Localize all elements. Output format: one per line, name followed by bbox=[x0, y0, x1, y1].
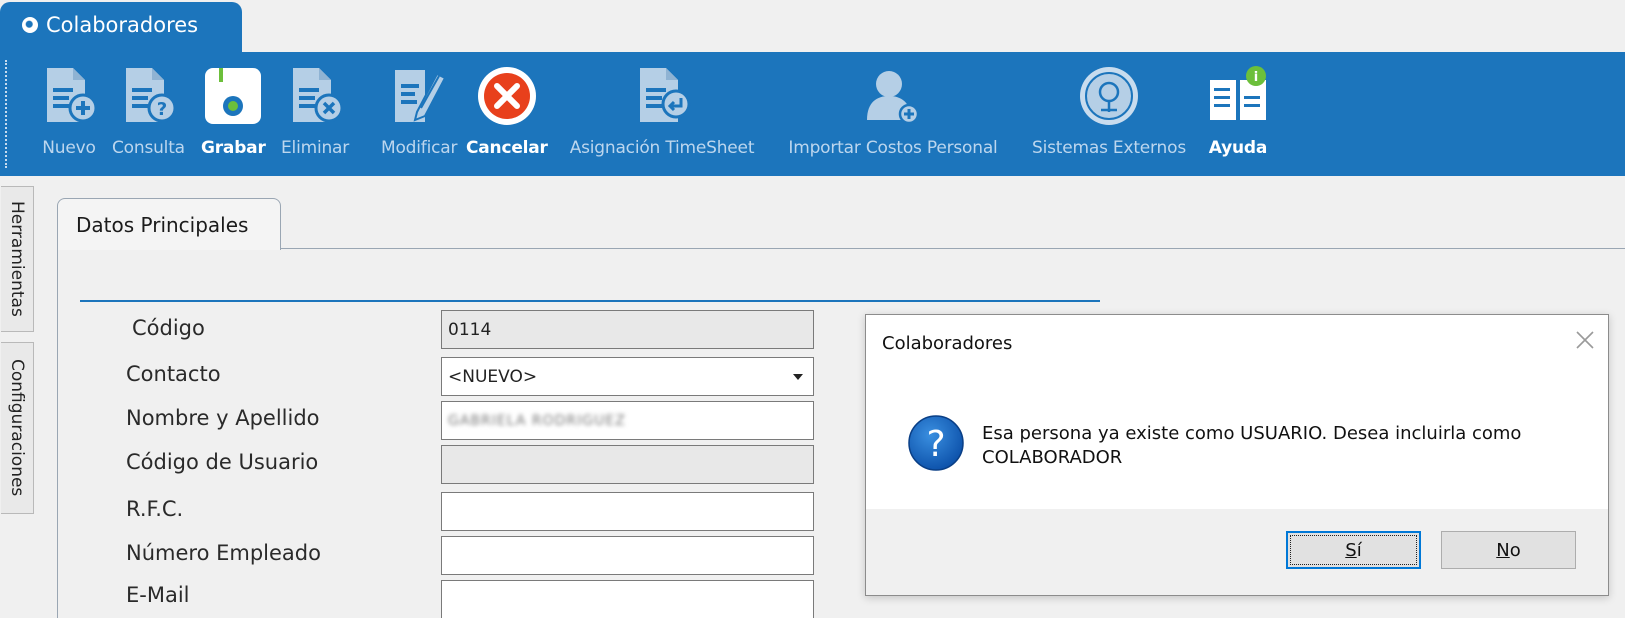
tab-datos-principales[interactable]: Datos Principales bbox=[57, 198, 281, 250]
cancel-button[interactable]: Cancelar bbox=[466, 64, 548, 168]
toolbar-grip[interactable] bbox=[5, 60, 7, 168]
cancel-button-label: Cancelar bbox=[466, 138, 548, 158]
dialog-message: Esa persona ya existe como USUARIO. Dese… bbox=[982, 423, 1522, 468]
contacto-value: <NUEVO> bbox=[448, 366, 538, 387]
svg-text:?: ? bbox=[157, 99, 167, 120]
window-tab-strip: Colaboradores bbox=[0, 0, 1625, 54]
save-button[interactable]: Grabar bbox=[201, 64, 266, 168]
query-button-label: Consulta bbox=[112, 138, 185, 158]
doc-edit-icon bbox=[395, 70, 447, 122]
external-systems-button[interactable]: Sistemas Externos bbox=[1023, 64, 1195, 168]
help-button[interactable]: i Ayuda bbox=[1206, 64, 1270, 168]
yes-button-hotkey: S bbox=[1345, 539, 1357, 561]
email-label: E-Mail bbox=[126, 583, 190, 607]
rfc-label: R.F.C. bbox=[126, 497, 184, 521]
tab-baseline bbox=[280, 248, 1625, 249]
import-costs-button-label: Importar Costos Personal bbox=[788, 138, 998, 158]
external-systems-icon bbox=[1080, 67, 1138, 125]
nombre-value: GABRIELA RODRIGUEZ bbox=[448, 412, 626, 429]
rfc-field[interactable] bbox=[441, 492, 814, 531]
codigo-field[interactable]: 0114 bbox=[441, 310, 814, 349]
chevron-down-icon[interactable] bbox=[793, 374, 803, 380]
numero-empleado-field[interactable] bbox=[441, 536, 814, 575]
codigo-usuario-field[interactable] bbox=[441, 445, 814, 484]
edit-button[interactable]: Modificar bbox=[381, 64, 457, 168]
codigo-label: Código bbox=[132, 316, 205, 340]
doc-add-icon bbox=[47, 68, 98, 123]
close-icon[interactable] bbox=[1572, 327, 1598, 353]
contacto-select[interactable]: <NUEVO> bbox=[441, 357, 814, 396]
doc-delete-icon bbox=[293, 68, 344, 123]
nombre-label: Nombre y Apellido bbox=[126, 406, 320, 430]
new-button[interactable]: Nuevo bbox=[37, 64, 101, 168]
query-button[interactable]: ? Consulta bbox=[112, 64, 185, 168]
help-book-icon: i bbox=[1210, 66, 1266, 120]
cancel-icon bbox=[477, 67, 536, 125]
svg-text:?: ? bbox=[926, 424, 945, 465]
timesheet-assign-button-label: Asignación TimeSheet bbox=[569, 138, 755, 158]
no-button-label-rest: o bbox=[1509, 539, 1521, 561]
question-icon: ? bbox=[908, 415, 964, 471]
save-button-label: Grabar bbox=[201, 138, 266, 158]
window-tab-title: Colaboradores bbox=[46, 13, 199, 37]
side-tab-configuraciones-label: Configuraciones bbox=[7, 359, 27, 497]
page-left-border bbox=[57, 249, 58, 618]
yes-button[interactable]: Sí bbox=[1286, 531, 1421, 569]
contacto-label: Contacto bbox=[126, 362, 221, 386]
edit-button-label: Modificar bbox=[381, 138, 458, 158]
window-tab[interactable]: Colaboradores bbox=[0, 2, 242, 54]
side-tab-configuraciones[interactable]: Configuraciones bbox=[1, 342, 34, 514]
codigo-value: 0114 bbox=[448, 319, 492, 340]
nombre-field[interactable]: GABRIELA RODRIGUEZ bbox=[441, 401, 814, 440]
new-button-label: Nuevo bbox=[42, 138, 96, 158]
no-button[interactable]: No bbox=[1441, 531, 1576, 569]
app-icon bbox=[22, 17, 38, 33]
confirm-dialog: Colaboradores ? Esa persona ya existe co… bbox=[865, 314, 1609, 596]
user-add-icon bbox=[867, 71, 920, 125]
codigo-usuario-label: Código de Usuario bbox=[126, 450, 319, 474]
section-divider bbox=[80, 300, 1100, 302]
dialog-title: Colaboradores bbox=[882, 333, 1013, 354]
side-tab-herramientas-label: Herramientas bbox=[7, 201, 27, 317]
email-field[interactable] bbox=[441, 580, 814, 618]
external-systems-button-label: Sistemas Externos bbox=[1032, 138, 1186, 158]
doc-assign-icon bbox=[640, 68, 691, 122]
side-tab-herramientas[interactable]: Herramientas bbox=[1, 186, 34, 332]
toolbar: Nuevo ? Consulta Grabar Eliminar Modific… bbox=[0, 52, 1625, 176]
timesheet-assign-button[interactable]: Asignación TimeSheet bbox=[562, 64, 762, 168]
tab-datos-principales-label: Datos Principales bbox=[76, 213, 249, 237]
yes-button-label-rest: í bbox=[1356, 539, 1362, 561]
import-costs-button[interactable]: Importar Costos Personal bbox=[775, 64, 1011, 168]
no-button-hotkey: N bbox=[1496, 539, 1510, 561]
delete-button[interactable]: Eliminar bbox=[281, 64, 349, 168]
help-button-label: Ayuda bbox=[1208, 138, 1268, 158]
save-icon bbox=[205, 68, 262, 124]
numero-empleado-label: Número Empleado bbox=[126, 541, 321, 565]
dialog-footer: Sí No bbox=[866, 509, 1608, 595]
delete-button-label: Eliminar bbox=[281, 138, 350, 158]
doc-query-icon: ? bbox=[126, 68, 177, 123]
svg-text:i: i bbox=[1254, 70, 1258, 85]
